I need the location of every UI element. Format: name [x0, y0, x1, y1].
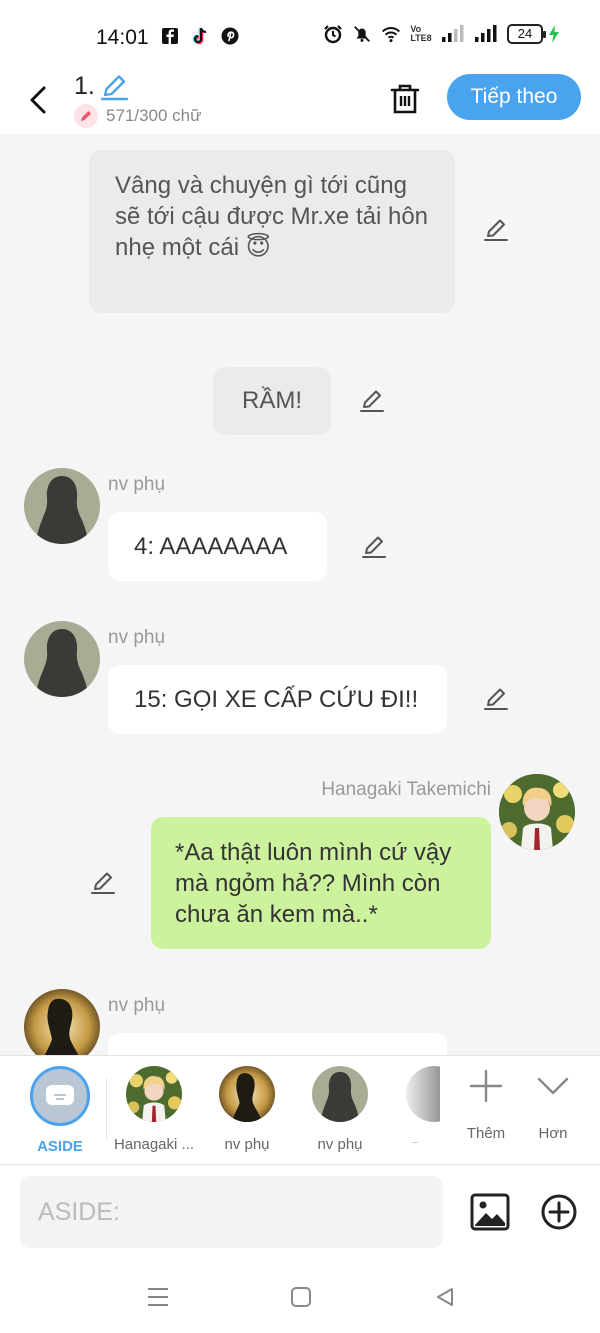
charging-icon	[548, 24, 560, 44]
character-avatar	[312, 1066, 368, 1122]
character-name: nv phụ	[108, 995, 166, 1016]
notification-icons	[160, 26, 240, 46]
message-text: *Aa thật luôn mình cứ vậy mà ngỏm hả?? M…	[175, 839, 452, 928]
narration-text: RẦM!	[242, 387, 302, 414]
expand-label: Hơn	[538, 1125, 568, 1142]
character-avatar	[406, 1066, 440, 1122]
word-count-text: 571/300 chữ	[106, 106, 202, 125]
input-bar	[0, 1166, 600, 1258]
character-avatar[interactable]	[24, 989, 100, 1055]
character-partial[interactable]: ...	[390, 1066, 440, 1145]
status-time: 14:01	[96, 26, 149, 49]
trash-icon	[390, 84, 420, 114]
chapter-title-text: 1.	[74, 72, 95, 100]
aside-avatar	[30, 1066, 90, 1126]
character-avatar	[126, 1066, 182, 1122]
word-count: 571/300 chữ	[74, 104, 202, 128]
signal-icon-1	[441, 24, 465, 44]
edit-message-button[interactable]	[482, 685, 510, 713]
battery-indicator: 24	[507, 24, 546, 44]
silhouette-icon	[36, 476, 88, 544]
insert-image-button[interactable]	[470, 1192, 510, 1232]
edit-message-button[interactable]	[89, 869, 117, 897]
menu-icon	[148, 1288, 168, 1306]
character-selector: ASIDE Hanagaki ... nv phụ nv phụ ... Thê…	[0, 1055, 600, 1165]
divider	[106, 1078, 107, 1140]
character-nv-phu-2[interactable]: nv phụ	[298, 1066, 382, 1153]
speech-bubble-icon	[46, 1085, 74, 1105]
edit-message-button[interactable]	[482, 216, 510, 244]
character-avatar[interactable]	[24, 468, 100, 544]
character-label: ASIDE	[37, 1138, 83, 1155]
wifi-icon	[381, 24, 401, 44]
facebook-icon	[160, 26, 180, 46]
system-status-icons: Vo LTE8 24	[323, 24, 560, 44]
silhouette-icon	[320, 1071, 360, 1122]
character-label: nv phụ	[224, 1136, 270, 1153]
system-nav-bar	[0, 1258, 600, 1333]
image-icon	[470, 1193, 510, 1231]
chat-area[interactable]: Vâng và chuyện gì tới cũng sẽ tới cậu đư…	[0, 134, 600, 1055]
square-icon	[291, 1287, 311, 1307]
chevron-down-icon	[537, 1077, 569, 1095]
edit-pencil-icon	[362, 536, 386, 558]
triangle-back-icon	[437, 1288, 453, 1306]
tiktok-icon	[190, 26, 210, 46]
narration-bubble[interactable]: Vâng và chuyện gì tới cũng sẽ tới cậu đư…	[89, 150, 455, 313]
character-name: nv phụ	[108, 474, 166, 495]
pencil-icon	[74, 104, 98, 128]
mute-bell-icon	[352, 24, 372, 44]
dark-portrait-icon	[24, 989, 100, 1055]
message-input[interactable]	[20, 1176, 443, 1248]
recent-apps-button[interactable]	[138, 1282, 178, 1312]
delete-button[interactable]	[386, 78, 424, 120]
character-label: Hanagaki ...	[113, 1136, 195, 1153]
system-back-button[interactable]	[425, 1282, 465, 1312]
message-bubble[interactable]: 15: GỌI XE CẤP CỨU ĐI!!	[108, 665, 447, 734]
plus-circle-icon	[541, 1194, 577, 1230]
add-button[interactable]	[540, 1193, 578, 1231]
character-avatar	[219, 1066, 275, 1122]
back-button[interactable]	[18, 78, 58, 122]
narration-text: Vâng và chuyện gì tới cũng sẽ tới cậu đư…	[115, 172, 429, 261]
self-message-bubble[interactable]: *Aa thật luôn mình cứ vậy mà ngỏm hả?? M…	[151, 817, 491, 949]
character-nv-phu-1[interactable]: nv phụ	[205, 1066, 289, 1153]
edit-pencil-icon	[484, 219, 508, 241]
edit-pencil-icon	[91, 872, 115, 894]
character-name: nv phụ	[108, 627, 166, 648]
status-bar: 14:01 Vo LTE8 24	[0, 0, 600, 72]
home-button[interactable]	[281, 1282, 321, 1312]
narration-bubble[interactable]: RẦM!	[213, 367, 331, 435]
dark-portrait-icon	[219, 1066, 275, 1122]
editor-header: 1. 571/300 chữ Tiếp theo	[0, 72, 600, 134]
volte-icon: Vo LTE8	[410, 24, 432, 43]
edit-message-button[interactable]	[358, 387, 386, 415]
plus-icon	[469, 1069, 503, 1103]
edit-pencil-icon	[484, 688, 508, 710]
character-hanagaki[interactable]: Hanagaki ...	[112, 1066, 196, 1153]
edit-message-button[interactable]	[360, 533, 388, 561]
message-text: 4: AAAAAAAA	[134, 533, 288, 560]
message-bubble[interactable]: 4: AAAAAAAA	[108, 512, 327, 581]
character-avatar[interactable]	[24, 621, 100, 697]
next-button[interactable]: Tiếp theo	[447, 74, 581, 120]
anime-avatar-icon	[499, 774, 575, 850]
chapter-title[interactable]: 1.	[74, 72, 129, 101]
self-name: Hanagaki Takemichi	[321, 779, 491, 800]
edit-pencil-icon	[360, 390, 384, 412]
self-avatar[interactable]	[499, 774, 575, 850]
back-arrow-icon	[30, 86, 46, 114]
edit-title-icon[interactable]	[99, 73, 129, 101]
character-aside[interactable]: ASIDE	[18, 1066, 102, 1155]
signal-icon-2	[474, 24, 498, 44]
message-bubble[interactable]	[108, 1033, 447, 1055]
message-text: 15: GỌI XE CẤP CỨU ĐI!!	[134, 686, 419, 713]
character-label: nv phụ	[317, 1136, 363, 1153]
character-label: ...	[411, 1136, 419, 1145]
pinterest-icon	[220, 26, 240, 46]
expand-button[interactable]: Hơn	[511, 1068, 595, 1142]
anime-avatar-icon	[126, 1066, 182, 1122]
silhouette-icon	[36, 629, 88, 697]
alarm-icon	[323, 24, 343, 44]
